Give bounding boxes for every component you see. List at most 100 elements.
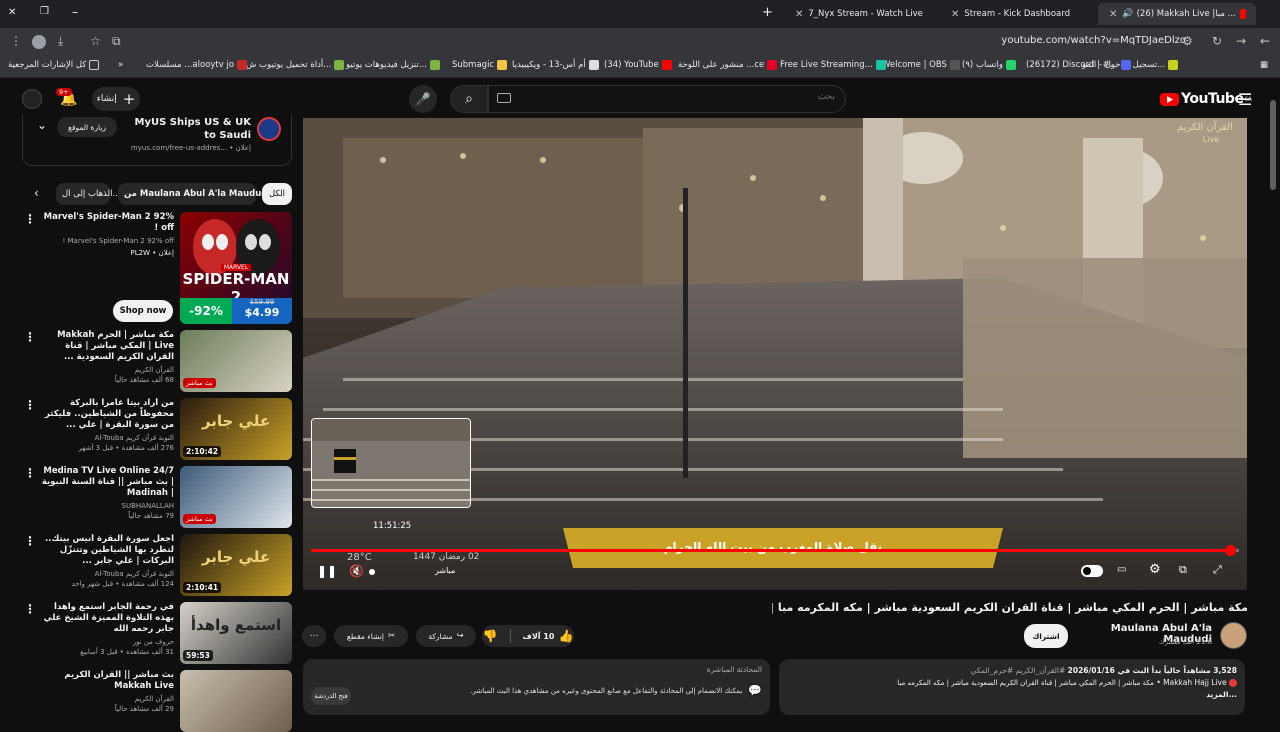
related-video-item[interactable]: في رحمة الجابر استمع واهدأ بهذه التلاوة … — [38, 602, 174, 657]
close-tab-icon[interactable]: ✕ — [795, 9, 803, 20]
pause-button[interactable]: ❚❚ — [317, 564, 337, 578]
browser-address-bar: ⋮ ⤓ ☆ ⧉ youtube.com/watch?v=MqTDJaeDlzo … — [0, 28, 1280, 56]
bookmark-item[interactable]: أداة تحميل يوتيوب ش... — [246, 60, 345, 70]
search-icon: ⌕ — [465, 91, 473, 107]
like-count[interactable]: 10 آلاف — [523, 632, 555, 641]
like-icon[interactable]: 👍 — [558, 629, 573, 643]
description-box[interactable]: 3,528 مشاهداً حالياً بدأ البث في 2026/01… — [779, 659, 1245, 715]
account-avatar[interactable] — [22, 89, 42, 109]
tab-makkah-live[interactable]: ✕ 🔊 (26) Makkah Live |مبا ... — [1098, 3, 1256, 25]
subscribe-button[interactable]: اشتراك — [1024, 624, 1068, 648]
close-window-icon[interactable]: ✕ — [8, 7, 16, 18]
tab-label: (26) Makkah Live |مبا ... — [1136, 9, 1236, 19]
temperature-overlay: 28°C — [347, 552, 372, 563]
menu-dots-icon[interactable]: ⋮ — [10, 34, 22, 48]
more-options-icon[interactable]: ⋮ — [24, 534, 36, 548]
fullscreen-icon[interactable]: ⤢ — [1213, 563, 1222, 577]
browser-tab-bar: ✕ ❐ – + ✕ 7_Nyx Stream - Watch Live on ✕… — [0, 0, 1280, 28]
forward-icon[interactable]: → — [1236, 34, 1246, 48]
more-options-icon[interactable]: ⋮ — [24, 330, 36, 344]
thumbnail-text: علي جابر — [201, 548, 271, 566]
tab-nyx-stream[interactable]: ✕ 7_Nyx Stream - Watch Live on — [784, 3, 926, 25]
bookmark-item[interactable]: مسلسلات ...alooytv jo — [146, 60, 248, 70]
keyboard-icon[interactable] — [497, 93, 511, 103]
related-video-item[interactable]: مكة مباشر | الحرم Makkah Live | المكي مب… — [38, 330, 174, 385]
open-chat-button[interactable]: فتح الدردشة — [311, 687, 351, 705]
related-video-meta: 31 ألف مشاهدة • قبل 3 أسابيع — [80, 648, 174, 656]
related-video-item[interactable]: Medina TV Live Online 24/7 | بث مباشر ||… — [38, 466, 174, 521]
progress-bar[interactable] — [311, 549, 1239, 552]
chip-from-channel[interactable]: من Maulana Abul A'la Maududi — [118, 183, 270, 205]
chip-all[interactable]: الكل — [262, 183, 292, 205]
bookmark-item[interactable]: Welcome | OBS — [882, 60, 960, 70]
search-placeholder: بحث — [817, 92, 835, 102]
chip-next[interactable]: الذهاب إلى ال... — [56, 183, 121, 205]
shop-now-button[interactable]: Shop now — [113, 300, 173, 322]
profile-avatar-icon[interactable] — [32, 35, 46, 49]
close-tab-icon[interactable]: ✕ — [1109, 9, 1117, 20]
page-scrollbar[interactable] — [1270, 100, 1276, 190]
more-bookmarks-icon[interactable]: » — [118, 60, 123, 70]
minimize-window-icon[interactable]: – — [72, 5, 78, 19]
bookmark-item[interactable]: Submagic — [452, 60, 508, 70]
create-button[interactable]: إنشاء + — [92, 87, 140, 111]
apps-grid-icon[interactable]: ▦ — [1260, 60, 1268, 70]
bookmark-item[interactable]: (٩) واتساب — [962, 60, 1016, 70]
chips-scroll-left-icon[interactable]: ‹ — [34, 186, 39, 200]
scrubber-handle[interactable] — [1224, 545, 1236, 556]
guide-menu-icon[interactable]: ☰ — [1238, 90, 1252, 109]
more-actions-button[interactable]: ⋯ — [302, 625, 326, 647]
related-video-item[interactable]: من أراد بيتاً عامراً بالبركة محفوظاً من … — [38, 398, 174, 453]
more-options-icon[interactable]: ⋮ — [24, 602, 36, 616]
close-tab-icon[interactable]: ✕ — [951, 9, 959, 20]
ad-game-thumbnail[interactable]: MARVEL SPIDER-MAN 2 -92% $59.99 $4.99 — [180, 212, 292, 324]
bookmark-item[interactable]: تنزيل فيديوهات يوتيو... — [346, 60, 440, 70]
duration-badge: 2:10:41 — [183, 582, 222, 593]
miniplayer-icon[interactable]: ⧉ — [1179, 563, 1187, 577]
settings-gear-icon[interactable]: ⚙ — [1149, 562, 1161, 577]
reload-icon[interactable]: ↻ — [1212, 34, 1222, 48]
audio-playing-icon[interactable]: 🔊 — [1122, 9, 1133, 19]
more-options-icon[interactable]: ⋮ — [24, 212, 36, 226]
more-options-icon[interactable]: ⋮ — [24, 466, 36, 480]
mute-icon[interactable]: 🔇 — [349, 564, 364, 578]
dislike-icon[interactable]: 👎 — [483, 629, 498, 643]
search-input[interactable]: بحث — [488, 85, 846, 113]
more-options-icon[interactable]: ⋮ — [24, 398, 36, 412]
bookmark-item[interactable]: أم أس-13 - ويكيبيديا — [512, 60, 599, 70]
install-app-icon[interactable]: ⧉ — [112, 34, 121, 49]
share-button[interactable]: مشاركة ↪ — [416, 625, 476, 647]
visit-site-button[interactable]: زيارة الموقع — [57, 117, 117, 137]
bookmark-item[interactable]: منشور على اللوحة ...ce — [678, 60, 778, 70]
maximize-window-icon[interactable]: ❐ — [40, 6, 49, 17]
related-video-item[interactable]: بث مباشر || القرآن الكريم Makkah Live الق… — [38, 670, 174, 714]
bookmark-item[interactable]: (26172) Discord | #... — [1026, 60, 1131, 70]
chevron-down-icon[interactable]: ⌄ — [37, 118, 47, 132]
url-field[interactable]: youtube.com/watch?v=MqTDJaeDlzo — [1001, 35, 1186, 46]
bookmark-item[interactable]: (34) YouTube — [604, 60, 672, 70]
subtitles-icon[interactable]: ▭ — [1117, 564, 1126, 575]
related-video-title: في رحمة الجابر استمع واهدأ بهذه التلاوة … — [43, 602, 174, 634]
autoplay-toggle[interactable] — [1081, 565, 1103, 577]
video-player[interactable]: القرآن الكريم Live نقل صلاة المغرب من بي… — [303, 118, 1247, 590]
volume-slider[interactable] — [369, 569, 375, 575]
video-thumbnail[interactable] — [180, 670, 292, 732]
related-video-item[interactable]: اجعل سورة البقرة أنيس بيتك.. لتطرد بها ا… — [38, 534, 174, 589]
bookmark-item[interactable]: Free Live Streaming... — [780, 60, 886, 70]
channel-avatar[interactable] — [1220, 622, 1247, 649]
live-indicator[interactable]: مباشر — [435, 566, 455, 575]
search-button[interactable]: ⌕ — [450, 85, 488, 113]
all-bookmarks-folder[interactable]: كل الإشارات المرجعية — [8, 60, 100, 70]
bookmark-star-icon[interactable]: ☆ — [90, 34, 101, 48]
related-video-title: Medina TV Live Online 24/7 | بث مباشر ||… — [41, 466, 174, 498]
hashtags[interactable]: #القرآن_الكريم #حرم_المكي — [971, 666, 1066, 675]
show-more-link[interactable]: ...المزيد — [787, 689, 1237, 701]
download-icon[interactable]: ⤓ — [58, 34, 63, 49]
sponsored-ad-card[interactable]: ⌄ زيارة الموقع MyUS Ships US & UK to Sau… — [22, 114, 292, 166]
voice-search-button[interactable]: 🎤 — [409, 85, 437, 113]
clip-button[interactable]: إنشاء مقطع ✂ — [334, 625, 408, 647]
site-settings-icon[interactable]: ⚙ — [1182, 34, 1193, 48]
tab-kick-dashboard[interactable]: ✕ Stream - Kick Dashboard — [940, 3, 1082, 25]
new-tab-button[interactable]: + — [762, 5, 773, 20]
back-icon[interactable]: ← — [1260, 34, 1270, 48]
